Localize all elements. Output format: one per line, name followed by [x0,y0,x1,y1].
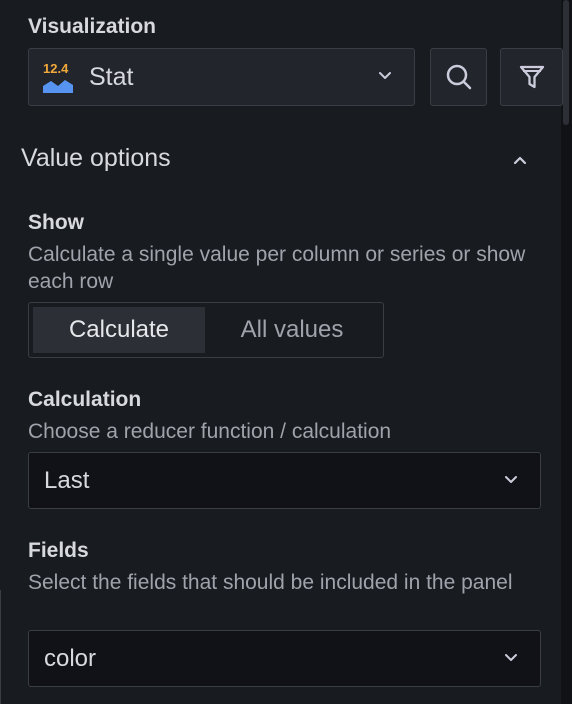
calculation-select[interactable]: Last [28,452,541,509]
show-description: Calculate a single value per column or s… [28,243,526,293]
scrollbar[interactable] [561,0,572,704]
visualization-picker[interactable]: 12.4 Stat [28,48,415,106]
scrollbar-thumb[interactable] [563,0,569,125]
calculation-label: Calculation [28,388,142,411]
search-icon [446,64,471,90]
filter-button[interactable] [500,48,563,106]
search-button[interactable] [430,48,487,106]
chevron-down-icon [505,653,517,661]
show-radio-group: Calculate All values [28,302,384,358]
chevron-up-icon[interactable] [512,154,528,166]
fields-label: Fields [28,539,89,562]
visualization-label: Visualization [28,15,156,38]
value-options-header[interactable]: Value options [21,144,171,173]
show-option-all-values[interactable]: All values [205,307,379,353]
chevron-down-icon [505,475,517,483]
fields-select[interactable]: color [28,630,541,687]
visualization-value: Stat [89,62,134,91]
stat-icon-number: 12.4 [43,61,69,76]
panel-left-border [0,590,1,704]
filter-icon [519,65,544,89]
fields-value: color [44,644,97,672]
calculation-value: Last [44,466,90,494]
show-option-calculate[interactable]: Calculate [33,307,205,353]
calculation-description: Choose a reducer function / calculation [28,420,392,443]
stat-chart-icon: 12.4 [43,61,73,93]
chevron-down-icon [379,72,391,79]
show-label: Show [28,211,84,234]
fields-description: Select the fields that should be include… [28,571,513,594]
